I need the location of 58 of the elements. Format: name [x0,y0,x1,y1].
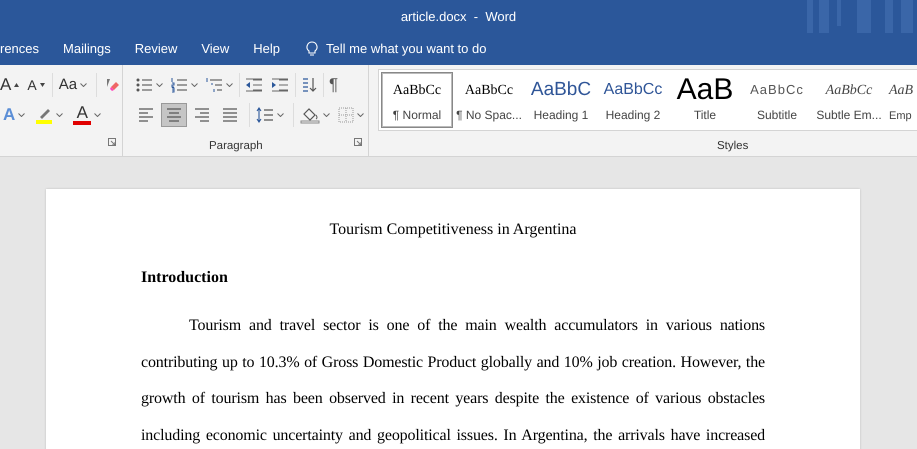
font-color-button[interactable]: A [70,103,104,127]
caret-icon [94,113,102,117]
up-arrow-icon [14,83,20,87]
sort-icon [301,77,317,93]
launcher-icon [354,138,362,146]
style-option[interactable]: AaBbCc Subtle Em... [813,72,885,128]
style-option[interactable]: AaBbCc ¶ No Spac... [453,72,525,128]
style-option[interactable]: AaBbCc ¶ Normal [381,72,453,128]
center-button[interactable] [161,103,187,127]
show-hide-button[interactable]: ¶ [326,73,342,97]
down-arrow-icon [40,83,45,87]
paint-bucket-icon [300,106,320,124]
ribbon-tab[interactable]: Review [122,33,190,65]
caret-icon [56,113,64,117]
alignment-icon [221,106,239,124]
style-option[interactable]: AaBbC Heading 1 [525,72,597,128]
style-option[interactable]: AaB Emp [885,72,916,128]
tell-me-field[interactable]: Tell me what you want to do [306,33,486,65]
borders-grid-icon [338,107,354,123]
numbered-list-icon [171,77,188,93]
increase-indent-icon [271,77,289,93]
ribbon-tab[interactable]: View [189,33,242,65]
body-paragraph: Tourism and travel sector is one of the main wealth accumulators in various nations contributing up to 10.3% of Gross Domestic Product globally and 10% job creation. However, the growth of tourism has been observed in recent years despite the existence of various obstacles including economic uncertainty and geopolitical issues. In Argentina, the arrivals have increased [141,316,765,446]
section-heading: Introduction [141,268,229,288]
caret-icon [357,113,364,117]
ribbon-tab[interactable]: Help [241,33,292,65]
bulleted-list-icon [136,77,153,93]
shading-button[interactable] [293,103,333,127]
alignment-icon [137,106,155,124]
line-spacing-button[interactable] [249,103,287,127]
style-option[interactable]: AaBbCc Subtitle [741,72,813,128]
launcher-icon [108,138,116,146]
ribbon-tab[interactable]: Mailings [51,33,123,65]
decrease-indent-icon [245,77,263,93]
alignment-icon [165,106,183,124]
style-option[interactable]: AaB Title [669,72,741,128]
caret-icon [18,113,26,117]
caret-icon [226,83,233,87]
alignment-icon [193,106,211,124]
lightbulb-icon [306,41,318,57]
caret-icon [80,83,88,87]
caret-icon [323,113,330,117]
line-spacing-icon [256,106,274,124]
window-title: article.docx - Word [400,8,516,26]
grow-font-button[interactable]: A [0,73,22,97]
shrink-font-button[interactable]: A [24,73,48,97]
color-bar-icon [73,121,92,125]
caret-icon [277,113,284,117]
caret-icon [156,83,163,87]
multilevel-list-icon [206,77,223,93]
group-label: Paragraph [209,138,263,154]
ribbon-tab[interactable]: rences [0,33,52,65]
group-label: Styles [717,138,748,154]
style-option[interactable]: AaBbCc Heading 2 [597,72,669,128]
change-case-button[interactable]: Aa [52,73,90,97]
document-title: Tourism Competitiveness in Argentina [328,220,578,240]
highlighter-icon [35,106,54,124]
caret-icon [191,83,198,87]
